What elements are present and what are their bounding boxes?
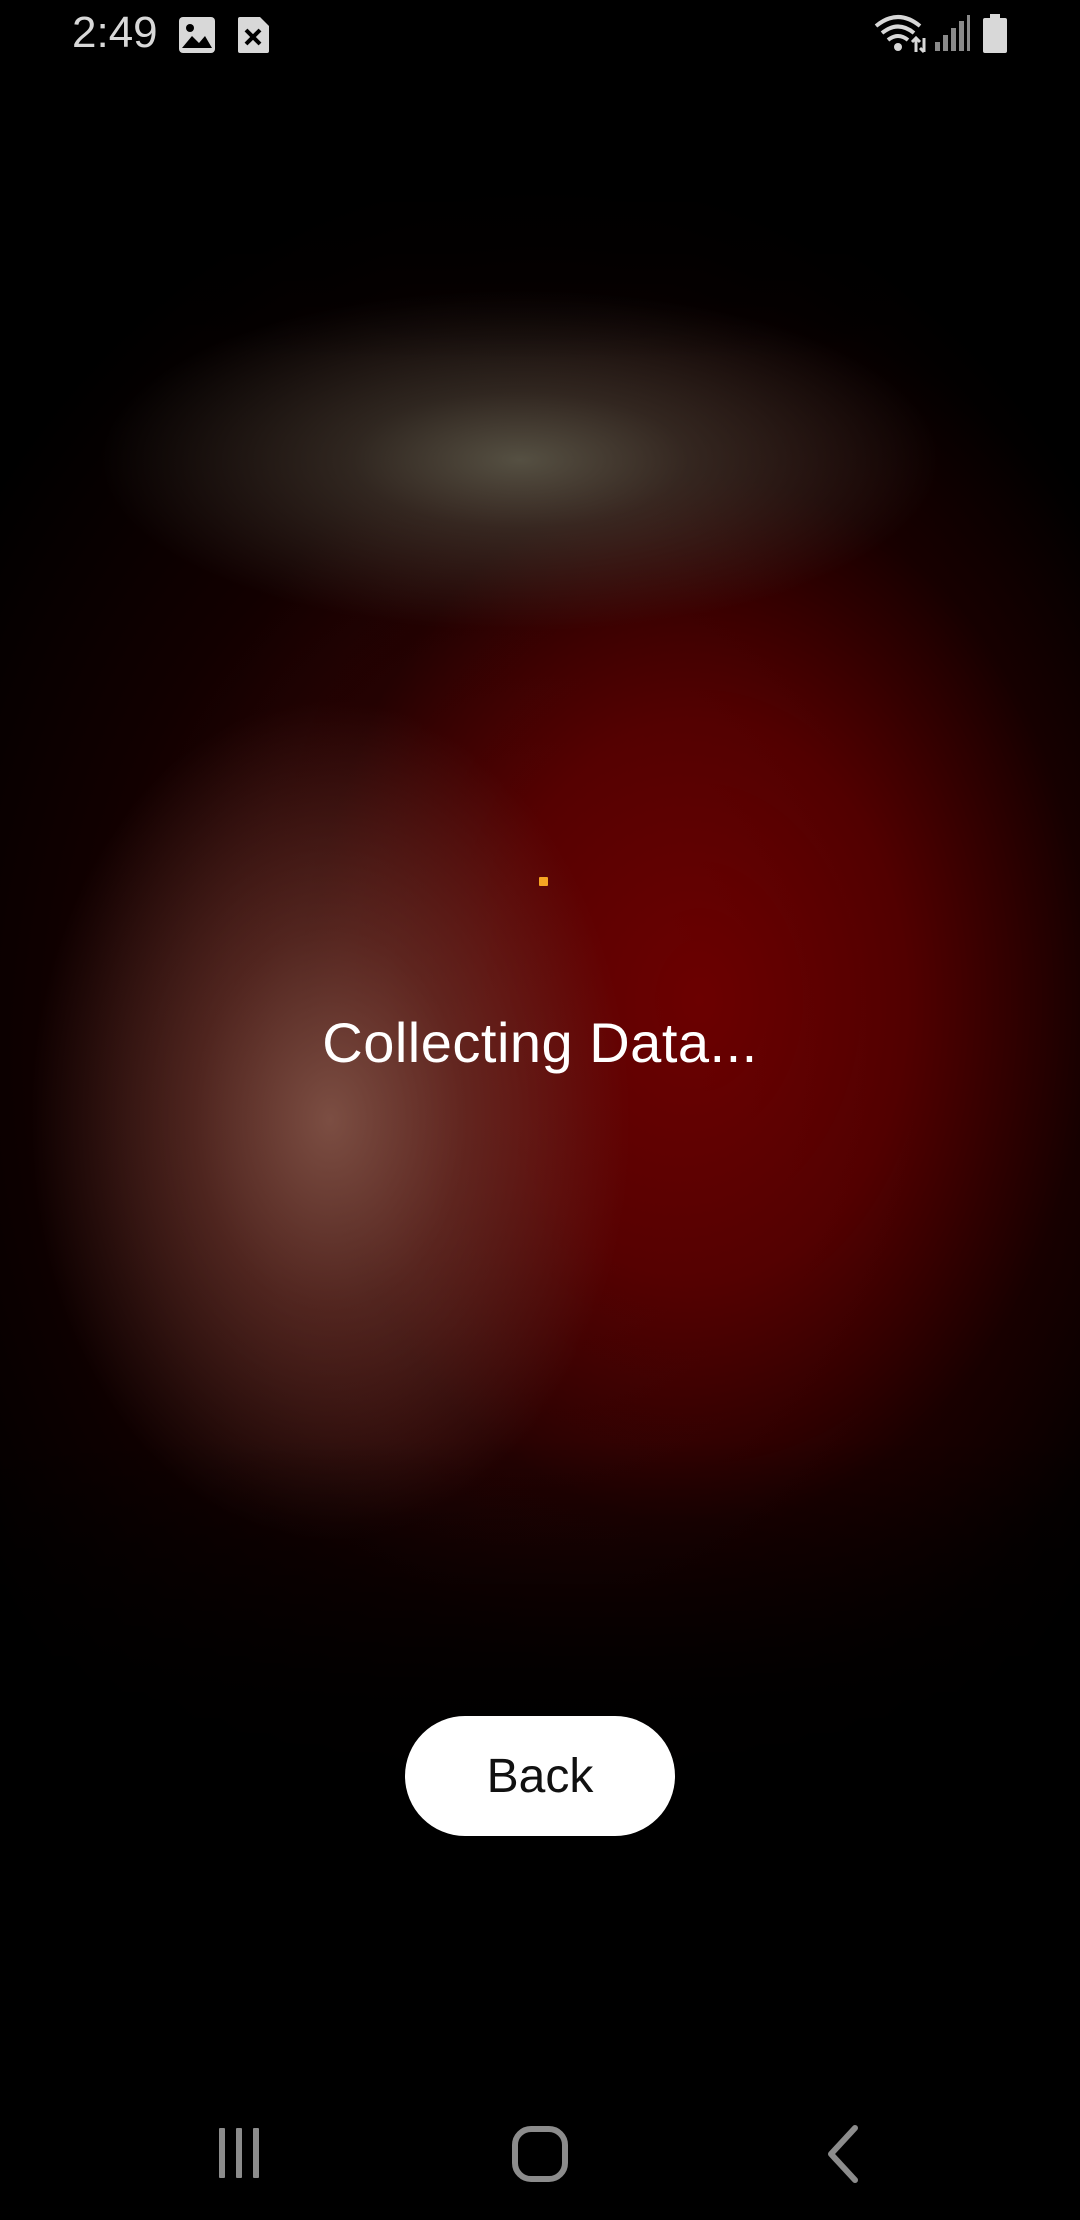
battery-icon	[982, 14, 1008, 59]
status-time: 2:49	[72, 8, 158, 57]
collecting-data-label: Collecting Data...	[322, 1011, 758, 1074]
back-icon[interactable]	[800, 2114, 890, 2194]
measurement-screen: 2:49 Collecting Data... Back	[0, 0, 1080, 2220]
home-icon[interactable]	[495, 2114, 585, 2194]
image-icon	[178, 16, 216, 59]
navigation-bar	[0, 2080, 1080, 2220]
notification-x-icon	[236, 16, 270, 59]
back-button[interactable]: Back	[405, 1716, 675, 1836]
signal-icon	[934, 14, 970, 57]
camera-vignette	[0, 0, 1080, 2220]
status-bar: 2:49	[0, 0, 1080, 72]
recents-icon[interactable]	[194, 2114, 284, 2194]
wifi-icon	[874, 14, 926, 59]
loading-indicator	[539, 877, 548, 886]
